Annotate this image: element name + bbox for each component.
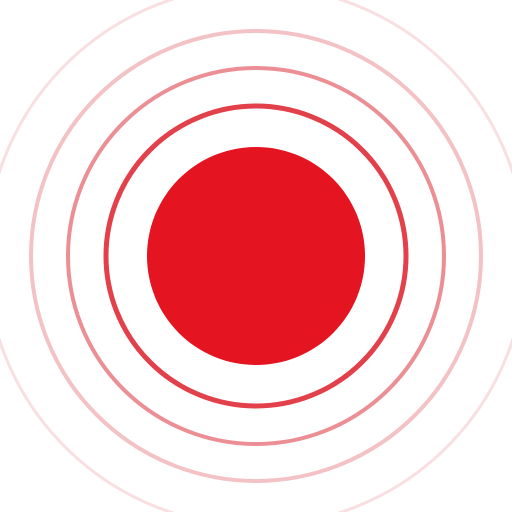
record-dot xyxy=(147,147,365,365)
app-icon xyxy=(0,0,512,512)
recording-pulse-icon xyxy=(0,0,512,512)
